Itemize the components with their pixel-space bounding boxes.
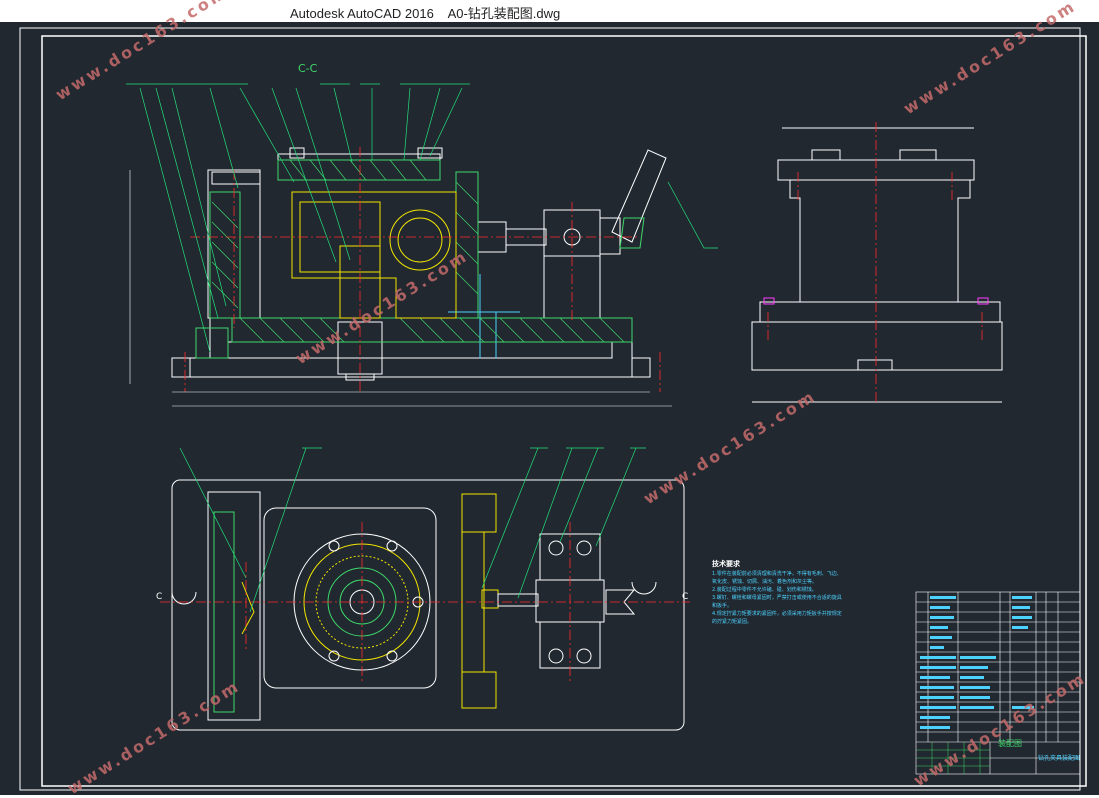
section-label: C-C <box>298 62 318 75</box>
drawing-canvas[interactable]: C-C C C 技术要求 1.零件在装配前必须清理和清洗干净，不得有毛刺、飞边、… <box>0 0 1099 798</box>
inner-frame <box>41 35 1087 787</box>
window-title: Autodesk AutoCAD 2016 A0-钻孔装配图.dwg <box>290 6 561 21</box>
side-view <box>751 127 1003 403</box>
cad-drawing <box>19 27 1087 791</box>
technical-requirements: 技术要求 1.零件在装配前必须清理和清洗干净，不得有毛刺、飞边、 氧化皮、锈蚀、… <box>712 560 842 626</box>
outer-frame <box>19 27 1081 791</box>
tech-line: 2.装配过程中零件不允许磕、碰、划伤和锈蚀。 <box>712 587 817 593</box>
yellow-parts <box>291 191 645 319</box>
title-block-drawing-name: 装配图 <box>998 739 1022 748</box>
plan-leaders <box>179 447 646 613</box>
tech-line: 氧化皮、锈蚀、切屑、油污、着色剂和灰尘等。 <box>712 579 818 585</box>
tech-line: 1.零件在装配前必须清理和清洗干净，不得有毛刺、飞边、 <box>712 571 842 577</box>
tech-heading: 技术要求 <box>712 560 740 568</box>
plan-view <box>171 479 685 731</box>
front-section-view <box>171 147 667 381</box>
title-block-part-name: 钻孔夹具装配图 <box>1038 755 1081 762</box>
cut-mark-right: C <box>682 592 689 602</box>
tech-line: 4.规定拧紧力矩要求的紧固件，必须采用力矩扳手并按规定的拧紧力矩紧固。 <box>712 611 842 625</box>
plan-centerlines <box>160 522 690 682</box>
cut-mark-left: C <box>156 592 163 602</box>
tech-line: 3.螺钉、螺栓和螺母紧固时，严禁打击或使用不合适的旋具和扳手。 <box>712 595 842 609</box>
section-hatching <box>195 159 633 359</box>
